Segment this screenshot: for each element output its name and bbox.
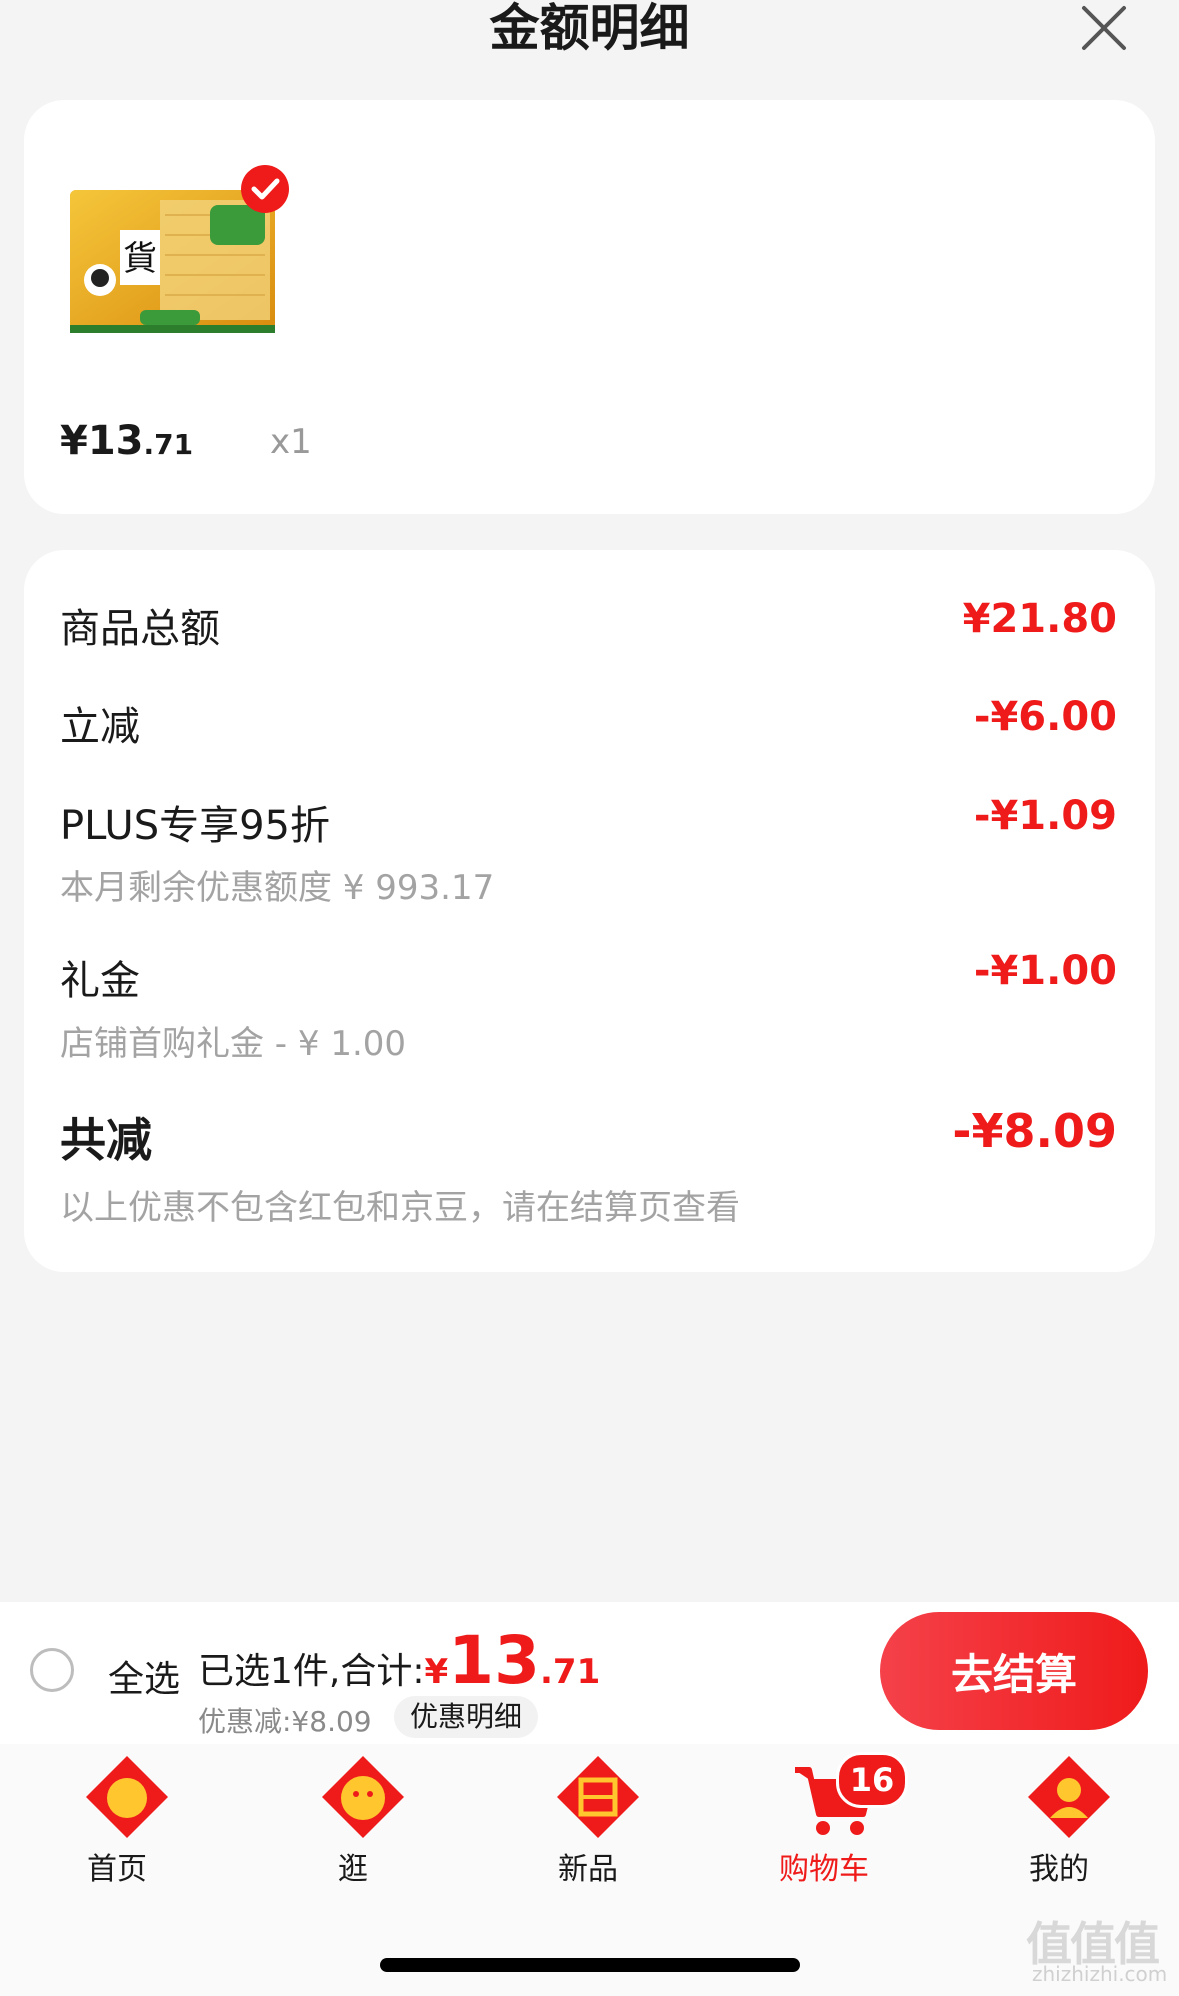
instant-discount-label: 立减 [60,704,140,750]
close-icon [1082,6,1126,50]
goods-total-amount: ¥21.80 [962,596,1117,642]
price-breakdown-card [24,550,1155,1272]
page-title: 金额明细 [489,0,690,57]
checkout-button[interactable]: 去结算 [880,1612,1148,1730]
select-all-radio[interactable] [30,1648,74,1692]
discount-disclaimer: 以上优惠不包含红包和京豆，请在结算页查看 [60,1188,740,1228]
instant-discount-amount: -¥6.00 [973,694,1117,740]
product-price: ¥13.71 [60,418,194,464]
profile-icon [1028,1756,1110,1838]
tab-home[interactable]: 首页 [42,1752,192,1887]
total-saved-label: 共减 [60,1113,152,1167]
svg-text:貨: 貨 [123,239,157,279]
goods-total-label: 商品总额 [60,606,220,652]
tab-browse[interactable]: 逛 [278,1752,428,1887]
discount-detail-button[interactable]: 优惠明细 [394,1696,539,1738]
plus-quota-note: 本月剩余优惠额度 ¥ 993.17 [60,868,495,908]
product-quantity: x1 [270,422,312,462]
plus-discount-amount: -¥1.09 [973,793,1117,839]
home-indicator [380,1958,800,1972]
gift-money-note: 店铺首购礼金 - ¥ 1.00 [60,1024,407,1064]
tab-new-products[interactable]: 新品 [513,1752,663,1887]
gift-money-amount: -¥1.00 [973,948,1117,994]
watermark-url: zhizhizhi.com [1032,1962,1168,1986]
new-products-icon [557,1756,639,1838]
gift-money-label: 礼金 [60,958,140,1004]
order-summary: 已选1件,合计:¥13.71 [198,1622,601,1699]
cart-count-badge: 16 [836,1752,908,1808]
checkmark-icon [241,165,289,213]
plus-discount-label: PLUS专享95折 [60,803,330,849]
browse-icon [322,1756,404,1838]
select-all-label[interactable]: 全选 [108,1650,180,1702]
discount-total: 优惠减:¥8.09 [198,1705,372,1738]
home-icon [86,1756,168,1838]
item-selected-checkbox[interactable] [240,164,290,214]
total-saved-amount: -¥8.09 [952,1104,1117,1158]
close-button[interactable] [1076,0,1132,56]
tab-profile[interactable]: 我的 [984,1752,1134,1887]
